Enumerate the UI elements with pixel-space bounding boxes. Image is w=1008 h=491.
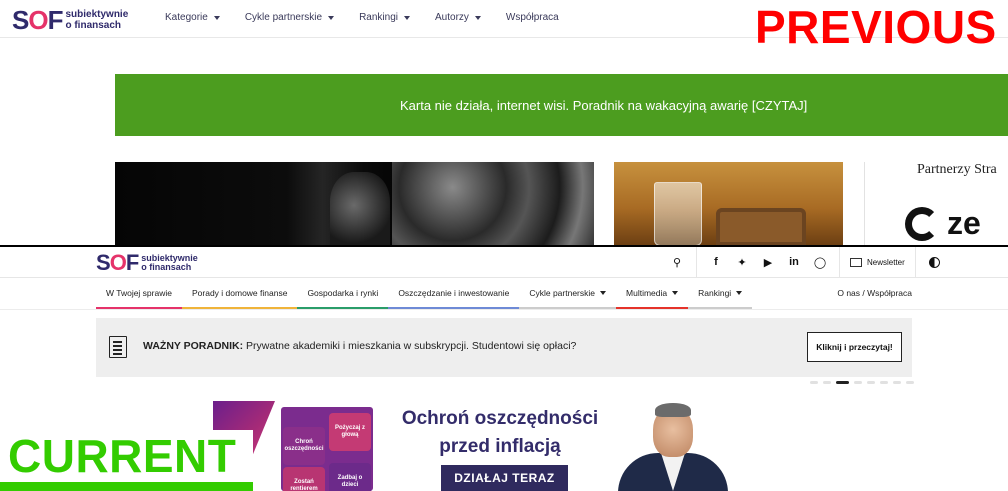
promo-banner[interactable]: Karta nie działa, internet wisi. Poradni… bbox=[115, 74, 1008, 136]
nav-item-autorzy[interactable]: Autorzy bbox=[435, 12, 481, 23]
youtube-icon[interactable]: ▶ bbox=[755, 247, 781, 277]
puzzle-piece: Pożyczaj z głową bbox=[329, 413, 371, 451]
chevron-down-icon bbox=[328, 15, 335, 20]
carousel-dots bbox=[810, 381, 919, 384]
screenshot-root: SOF subiektywnie o finansach Kategorie Cy… bbox=[0, 0, 1008, 491]
carousel-dot[interactable] bbox=[906, 381, 914, 384]
nav-item-oszczedzanie[interactable]: Oszczędzanie i inwestowanie bbox=[388, 278, 520, 309]
sidebar-divider bbox=[864, 162, 865, 246]
main-nav: Kategorie Cykle partnerskie Rankingi Aut… bbox=[165, 12, 584, 23]
carousel-dot[interactable] bbox=[867, 381, 875, 384]
nav-item-porady[interactable]: Porady i domowe finanse bbox=[181, 278, 298, 309]
article-thumbnail[interactable] bbox=[392, 162, 594, 246]
partner-logo[interactable]: ze bbox=[905, 205, 981, 242]
logo-wordmark: subiektywnie o finansach bbox=[141, 252, 198, 272]
nav-item-rankingi[interactable]: Rankingi bbox=[688, 278, 753, 309]
puzzle-piece: Zostań rentierem bbox=[283, 467, 325, 491]
contrast-icon bbox=[929, 256, 941, 268]
puzzle-piece: Zadbaj o dzieci bbox=[329, 463, 371, 491]
bread-image bbox=[716, 208, 806, 246]
ad-headline: Ochroń oszczędności przed inflacją bbox=[401, 408, 599, 457]
ad-cta-button[interactable]: DZIAŁAJ TERAZ bbox=[441, 465, 568, 491]
site-logo[interactable]: SOF subiektywnie o finansach bbox=[12, 5, 128, 36]
chevron-down-icon bbox=[474, 15, 481, 20]
contrast-toggle[interactable] bbox=[922, 247, 948, 277]
category-nav: W Twojej sprawie Porady i domowe finanse… bbox=[96, 278, 912, 309]
nav-item-rankingi[interactable]: Rankingi bbox=[359, 12, 410, 23]
nav-item-wspolpraca[interactable]: Współpraca bbox=[506, 12, 559, 23]
facebook-icon[interactable]: f bbox=[703, 247, 729, 277]
toolbar-separator bbox=[696, 247, 697, 277]
search-icon[interactable]: ⚲ bbox=[664, 247, 690, 277]
chevron-down-icon bbox=[672, 290, 679, 295]
promo-banner-text: Karta nie działa, internet wisi. Poradni… bbox=[400, 97, 808, 113]
nav-item-w-twojej-sprawie[interactable]: W Twojej sprawie bbox=[96, 278, 182, 309]
linkedin-icon[interactable]: in bbox=[781, 247, 807, 277]
puzzle-piece: Chroń oszczędności bbox=[283, 427, 325, 465]
envelope-icon bbox=[850, 257, 862, 267]
puzzle-graphic: Chroń oszczędności Pożyczaj z głową Zost… bbox=[281, 407, 373, 491]
nav-item-kategorie[interactable]: Kategorie bbox=[165, 12, 220, 23]
nav-divider bbox=[0, 309, 1008, 310]
ad-person-photo bbox=[613, 401, 728, 491]
header-toolbar: ⚲ f ✦ ▶ in ◯ Newsletter bbox=[664, 247, 948, 277]
current-top-bar: SOF subiektywnie o finansach ⚲ f ✦ ▶ in ◯… bbox=[0, 247, 1008, 278]
document-icon bbox=[109, 336, 127, 358]
article-thumbnail[interactable] bbox=[614, 162, 843, 246]
important-guide-bar: WAŻNY PORADNIK: Prywatne akademiki i mie… bbox=[96, 318, 912, 377]
chevron-down-icon bbox=[736, 290, 743, 295]
site-logo[interactable]: SOF subiektywnie o finansach bbox=[96, 250, 198, 276]
previous-label: PREVIOUS bbox=[755, 1, 997, 53]
nav-item-cykle[interactable]: Cykle partnerskie bbox=[519, 278, 617, 309]
person-silhouette bbox=[330, 172, 390, 246]
about-link[interactable]: O nas / Współpraca bbox=[837, 288, 912, 298]
carousel-dot[interactable] bbox=[880, 381, 888, 384]
logo-mark: SOF bbox=[96, 250, 139, 275]
logo-mark: SOF bbox=[12, 5, 63, 35]
current-label: CURRENT bbox=[0, 430, 253, 491]
twitter-icon[interactable]: ✦ bbox=[729, 247, 755, 277]
carousel-dot[interactable] bbox=[854, 381, 862, 384]
ad-banner[interactable]: Chroń oszczędności Pożyczaj z głową Zost… bbox=[213, 401, 795, 491]
instagram-icon[interactable]: ◯ bbox=[807, 247, 833, 277]
nav-item-gospodarka[interactable]: Gospodarka i rynki bbox=[297, 278, 389, 309]
important-guide-text[interactable]: WAŻNY PORADNIK: Prywatne akademiki i mie… bbox=[143, 340, 576, 352]
partner-logo-icon bbox=[905, 206, 939, 241]
carousel-dot[interactable] bbox=[893, 381, 901, 384]
nav-item-cykle[interactable]: Cykle partnerskie bbox=[245, 12, 335, 23]
chevron-down-icon bbox=[213, 15, 220, 20]
glass-image bbox=[654, 182, 702, 246]
read-button[interactable]: Kliknij i przeczytaj! bbox=[807, 332, 902, 362]
partners-title: Partnerzy Stra bbox=[917, 162, 997, 177]
toolbar-separator bbox=[839, 247, 840, 277]
chevron-down-icon bbox=[404, 15, 410, 20]
carousel-dot[interactable] bbox=[823, 381, 831, 384]
newsletter-link[interactable]: Newsletter bbox=[846, 257, 909, 267]
logo-wordmark: subiektywnie o finansach bbox=[65, 9, 129, 31]
article-thumbnail[interactable] bbox=[115, 162, 392, 246]
chevron-down-icon bbox=[600, 290, 607, 295]
carousel-dot[interactable] bbox=[810, 381, 818, 384]
carousel-dot-active[interactable] bbox=[836, 381, 849, 384]
nav-item-multimedia[interactable]: Multimedia bbox=[616, 278, 689, 309]
previous-version-panel: SOF subiektywnie o finansach Kategorie Cy… bbox=[0, 0, 1008, 246]
current-label-underline bbox=[0, 482, 253, 491]
toolbar-separator bbox=[914, 247, 916, 277]
